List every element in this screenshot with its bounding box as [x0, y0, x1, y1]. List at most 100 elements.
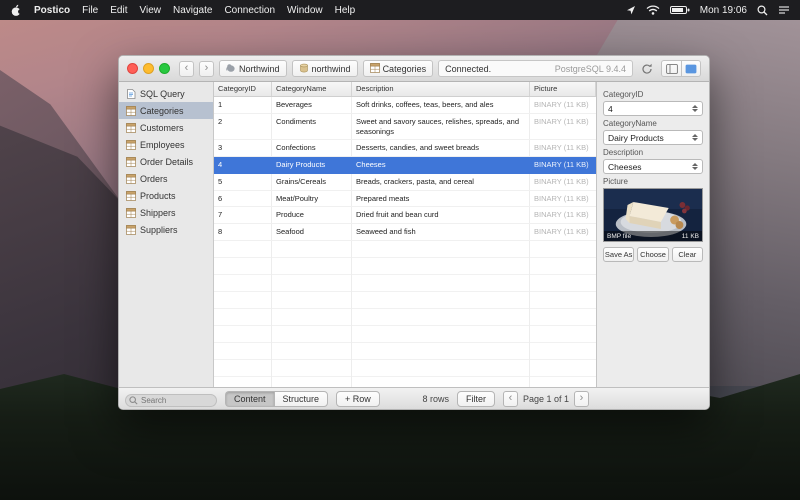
categoryname-combobox[interactable]: Dairy Products — [603, 130, 703, 145]
table-icon — [126, 225, 136, 235]
location-arrow-icon[interactable] — [626, 5, 636, 15]
sidebar-item-orders[interactable]: Orders — [119, 170, 213, 187]
sql-document-icon — [126, 89, 136, 99]
cell-picture: BINARY (11 KB) — [530, 174, 596, 190]
zoom-button[interactable] — [159, 63, 170, 74]
add-row-button[interactable]: + Row — [336, 391, 380, 407]
spotlight-search-icon[interactable] — [757, 5, 768, 16]
next-page-button[interactable]: › — [574, 391, 589, 407]
wifi-icon[interactable] — [646, 5, 660, 15]
menu-file[interactable]: File — [82, 5, 98, 16]
app-menu-title[interactable]: Postico — [34, 5, 70, 16]
database-icon — [299, 63, 309, 75]
picture-meta-overlay: BMP file 11 KB — [604, 231, 702, 241]
table-icon — [126, 208, 136, 218]
table-row[interactable]: 3 Confections Desserts, candies, and swe… — [214, 140, 596, 157]
menu-navigate[interactable]: Navigate — [173, 5, 212, 16]
window-titlebar[interactable]: ‹ › Northwind northwind Categories Conne… — [119, 56, 709, 82]
cell-categoryid: 7 — [214, 207, 272, 223]
menu-bar-status-area: Mon 19:06 — [626, 5, 790, 16]
forward-button[interactable]: › — [199, 61, 214, 77]
menu-window[interactable]: Window — [287, 5, 323, 16]
refresh-button[interactable] — [638, 60, 656, 77]
cell-categoryid: 8 — [214, 224, 272, 240]
table-row[interactable]: 8 Seafood Seaweed and fish BINARY (11 KB… — [214, 224, 596, 241]
description-value: Cheeses — [608, 162, 690, 172]
categoryid-value: 4 — [608, 104, 690, 114]
breadcrumb-table[interactable]: Categories — [363, 60, 434, 77]
clear-button[interactable]: Clear — [672, 247, 703, 262]
server-version-text: PostgreSQL 9.4.4 — [555, 64, 626, 74]
sidebar-item-shippers[interactable]: Shippers — [119, 204, 213, 221]
sidebar-item-products[interactable]: Products — [119, 187, 213, 204]
menu-edit[interactable]: Edit — [110, 5, 127, 16]
row-count-label: 8 rows — [422, 394, 449, 404]
notification-center-icon[interactable] — [778, 5, 790, 15]
categoryid-combobox[interactable]: 4 — [603, 101, 703, 116]
minimize-button[interactable] — [143, 63, 154, 74]
cell-categoryname: Produce — [272, 207, 352, 223]
table-row[interactable]: 1 Beverages Soft drinks, coffees, teas, … — [214, 97, 596, 114]
breadcrumb-database[interactable]: northwind — [292, 60, 358, 77]
sidebar-item-categories[interactable]: Categories — [119, 102, 213, 119]
sidebar-item-order-details[interactable]: Order Details — [119, 153, 213, 170]
table-row[interactable]: 2 Condiments Sweet and savory sauces, re… — [214, 114, 596, 141]
combobox-arrows-icon — [692, 163, 698, 170]
cell-categoryid: 4 — [214, 157, 272, 173]
cell-picture: BINARY (11 KB) — [530, 157, 596, 173]
structure-tab[interactable]: Structure — [274, 391, 329, 407]
cell-description: Soft drinks, coffees, teas, beers, and a… — [352, 97, 530, 113]
table-header-row: CategoryID CategoryName Description Pict… — [214, 82, 596, 97]
search-input[interactable] — [125, 394, 217, 407]
column-header-categoryid[interactable]: CategoryID — [214, 82, 272, 96]
description-combobox[interactable]: Cheeses — [603, 159, 703, 174]
breadcrumb-table-label: Categories — [383, 64, 427, 74]
table-row[interactable]: 6 Meat/Poultry Prepared meats BINARY (11… — [214, 191, 596, 208]
cell-categoryname: Dairy Products — [272, 157, 352, 173]
cell-picture: BINARY (11 KB) — [530, 140, 596, 156]
postico-window: ‹ › Northwind northwind Categories Conne… — [118, 55, 710, 410]
menu-connection[interactable]: Connection — [224, 5, 275, 16]
table-icon — [126, 123, 136, 133]
menu-view[interactable]: View — [139, 5, 161, 16]
inspector-toggle-button[interactable] — [681, 60, 701, 77]
close-button[interactable] — [127, 63, 138, 74]
column-header-description[interactable]: Description — [352, 82, 530, 96]
content-tab[interactable]: Content — [225, 391, 274, 407]
save-as-button[interactable]: Save As — [603, 247, 634, 262]
cell-categoryid: 3 — [214, 140, 272, 156]
menu-bar: Postico File Edit View Navigate Connecti… — [0, 0, 800, 20]
sidebar-toggle-button[interactable] — [661, 60, 681, 77]
filter-button[interactable]: Filter — [457, 391, 495, 407]
menu-help[interactable]: Help — [335, 5, 356, 16]
table-icon — [126, 174, 136, 184]
sidebar-panel-icon — [666, 64, 678, 74]
previous-page-button[interactable]: ‹ — [503, 391, 518, 407]
picture-preview[interactable]: BMP file 11 KB — [603, 188, 703, 242]
bottom-toolbar: Content Structure + Row 8 rows Filter ‹ … — [119, 387, 709, 409]
column-header-picture[interactable]: Picture — [530, 82, 596, 96]
table-row-selected[interactable]: 4 Dairy Products Cheeses BINARY (11 KB) — [214, 157, 596, 174]
sidebar-item-customers[interactable]: Customers — [119, 119, 213, 136]
connection-status-text: Connected. — [445, 64, 491, 74]
battery-icon[interactable] — [670, 5, 690, 15]
choose-button[interactable]: Choose — [637, 247, 668, 262]
cell-categoryname: Beverages — [272, 97, 352, 113]
apple-menu-icon[interactable] — [10, 4, 22, 17]
back-button[interactable]: ‹ — [179, 61, 194, 77]
table-row[interactable]: 7 Produce Dried fruit and bean curd BINA… — [214, 207, 596, 224]
field-label-categoryname: CategoryName — [603, 119, 703, 128]
sidebar-item-suppliers[interactable]: Suppliers — [119, 221, 213, 238]
breadcrumb-connection[interactable]: Northwind — [219, 60, 287, 77]
column-header-categoryname[interactable]: CategoryName — [272, 82, 352, 96]
sidebar-item-sql-query[interactable]: SQL Query — [119, 85, 213, 102]
table-row[interactable]: 5 Grains/Cereals Breads, crackers, pasta… — [214, 174, 596, 191]
sidebar-item-label: Order Details — [140, 157, 193, 167]
table-icon — [370, 63, 380, 75]
field-label-categoryid: CategoryID — [603, 90, 703, 99]
panel-toggle-group — [661, 60, 701, 77]
field-label-description: Description — [603, 148, 703, 157]
sidebar-item-employees[interactable]: Employees — [119, 136, 213, 153]
window-content: SQL Query Categories Customers Employees — [119, 82, 709, 387]
menu-bar-clock[interactable]: Mon 19:06 — [700, 5, 747, 16]
